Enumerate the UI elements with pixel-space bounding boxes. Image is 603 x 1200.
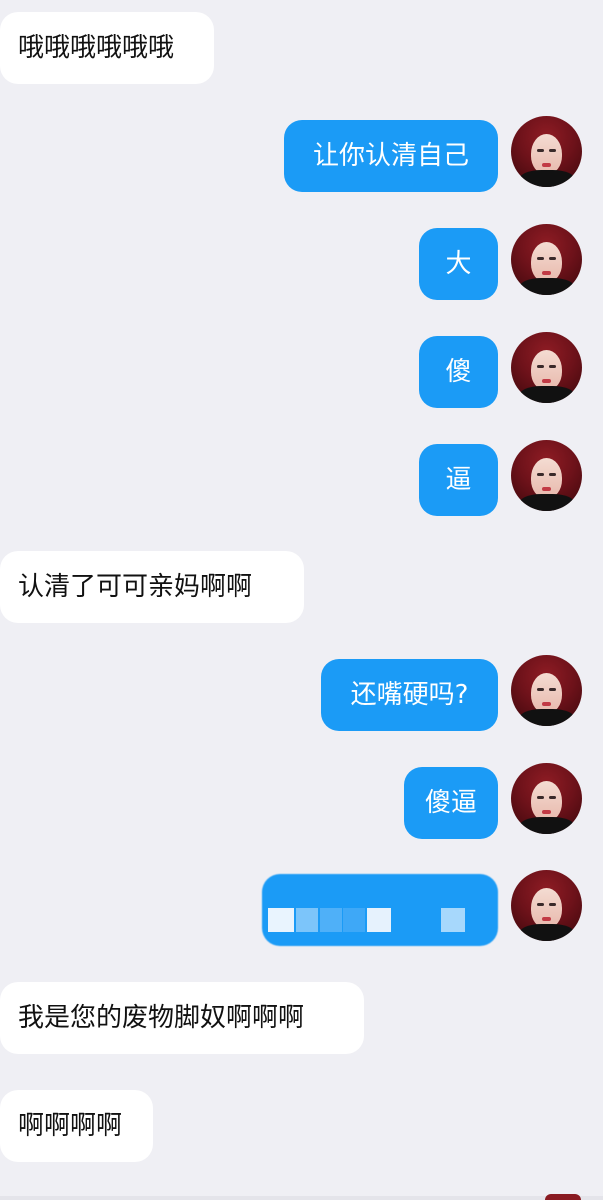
censor-pixel-block [367,908,391,932]
outgoing-message-bubble[interactable]: 大 [419,228,498,300]
message-text: 还嘴硬吗? [350,680,469,710]
message-text: 让你认清自己 [312,141,469,171]
message-text: 哦哦哦哦哦哦 [18,33,175,63]
censor-pixel-block [441,908,465,932]
censor-pixel-block [296,908,318,932]
message-text: 傻 [445,357,472,387]
message-text: 逼 [445,465,472,495]
profile-avatar-icon[interactable] [511,655,582,726]
bottom-divider [0,1196,603,1200]
censor-pixel-block [320,908,342,932]
outgoing-message-bubble[interactable]: 逼 [419,444,498,516]
outgoing-message-bubble[interactable]: 让你认清自己 [284,120,498,192]
message-text: 我是您的废物脚奴啊啊啊 [18,1003,305,1033]
chat-thread: 哦哦哦哦哦哦 让你认清自己 大 傻 逼 认清了可可亲妈啊啊 还嘴硬吗? 傻逼 我… [0,0,603,1200]
profile-avatar-icon[interactable] [511,224,582,295]
censor-pixel-block [343,908,365,932]
incoming-message-bubble[interactable]: 认清了可可亲妈啊啊 [0,551,304,623]
incoming-message-bubble[interactable]: 哦哦哦哦哦哦 [0,12,214,84]
incoming-message-bubble[interactable]: 啊啊啊啊 [0,1090,153,1162]
profile-avatar-icon[interactable] [511,870,582,941]
incoming-message-bubble[interactable]: 我是您的废物脚奴啊啊啊 [0,982,364,1054]
outgoing-message-bubble[interactable]: 傻 [419,336,498,408]
profile-avatar-icon[interactable] [511,763,582,834]
profile-avatar-icon[interactable] [511,440,582,511]
message-text: 认清了可可亲妈啊啊 [18,572,253,602]
profile-avatar-icon-partial [545,1194,581,1200]
message-text: 傻逼 [424,788,477,818]
message-text: 大 [445,249,472,279]
censor-pixel-block [268,908,294,932]
message-text: 啊啊啊啊 [18,1111,123,1141]
outgoing-message-bubble[interactable]: 傻逼 [404,767,498,839]
profile-avatar-icon[interactable] [511,116,582,187]
profile-avatar-icon[interactable] [511,332,582,403]
outgoing-message-bubble[interactable]: 还嘴硬吗? [321,659,498,731]
